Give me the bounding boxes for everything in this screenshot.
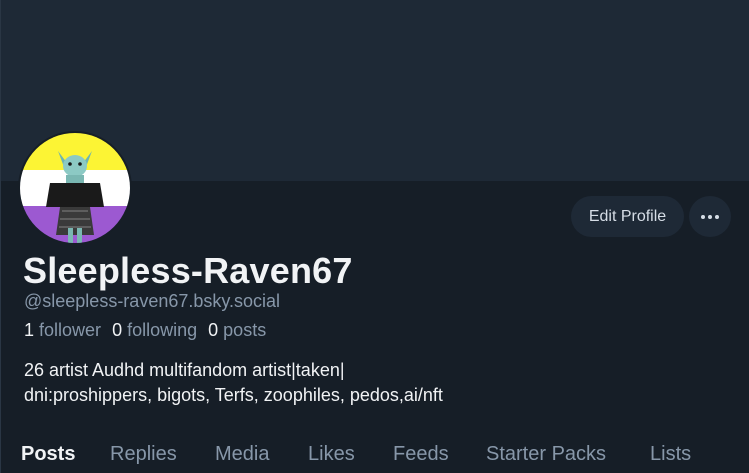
profile-tabs: Posts Replies Media Likes Feeds Starter … (1, 438, 749, 473)
tab-replies[interactable]: Replies (110, 443, 177, 466)
profile-page: Edit Profile Sleepless-Raven67 @sleeples… (0, 0, 749, 473)
followers-stat[interactable]: 1 follower (24, 320, 101, 341)
tab-feeds[interactable]: Feeds (393, 443, 449, 466)
tab-lists[interactable]: Lists (650, 443, 691, 466)
ellipsis-icon (701, 214, 719, 219)
bio-line: dni:proshippers, bigots, Terfs, zoophile… (24, 385, 443, 405)
followers-label: follower (39, 320, 102, 340)
bio-line: 26 artist Audhd multifandom artist|taken… (24, 360, 345, 380)
avatar-image (20, 133, 130, 243)
tab-posts[interactable]: Posts (21, 443, 75, 466)
posts-label: posts (223, 320, 267, 340)
edit-profile-button[interactable]: Edit Profile (571, 196, 684, 237)
tab-likes[interactable]: Likes (308, 443, 355, 466)
more-options-button[interactable] (689, 196, 731, 237)
following-count: 0 (112, 320, 123, 340)
followers-count: 1 (24, 320, 35, 340)
profile-stats: 1 follower 0 following 0 posts (24, 320, 266, 341)
profile-bio: 26 artist Audhd multifandom artist|taken… (24, 358, 443, 408)
tab-starter-packs[interactable]: Starter Packs (486, 443, 606, 466)
display-name: Sleepless-Raven67 (23, 250, 353, 291)
posts-count: 0 (208, 320, 219, 340)
following-stat[interactable]: 0 following (112, 320, 197, 341)
avatar[interactable] (18, 131, 132, 245)
tab-media[interactable]: Media (215, 443, 269, 466)
profile-handle: @sleepless-raven67.bsky.social (24, 291, 281, 311)
following-label: following (127, 320, 198, 340)
posts-stat: 0 posts (208, 320, 266, 341)
